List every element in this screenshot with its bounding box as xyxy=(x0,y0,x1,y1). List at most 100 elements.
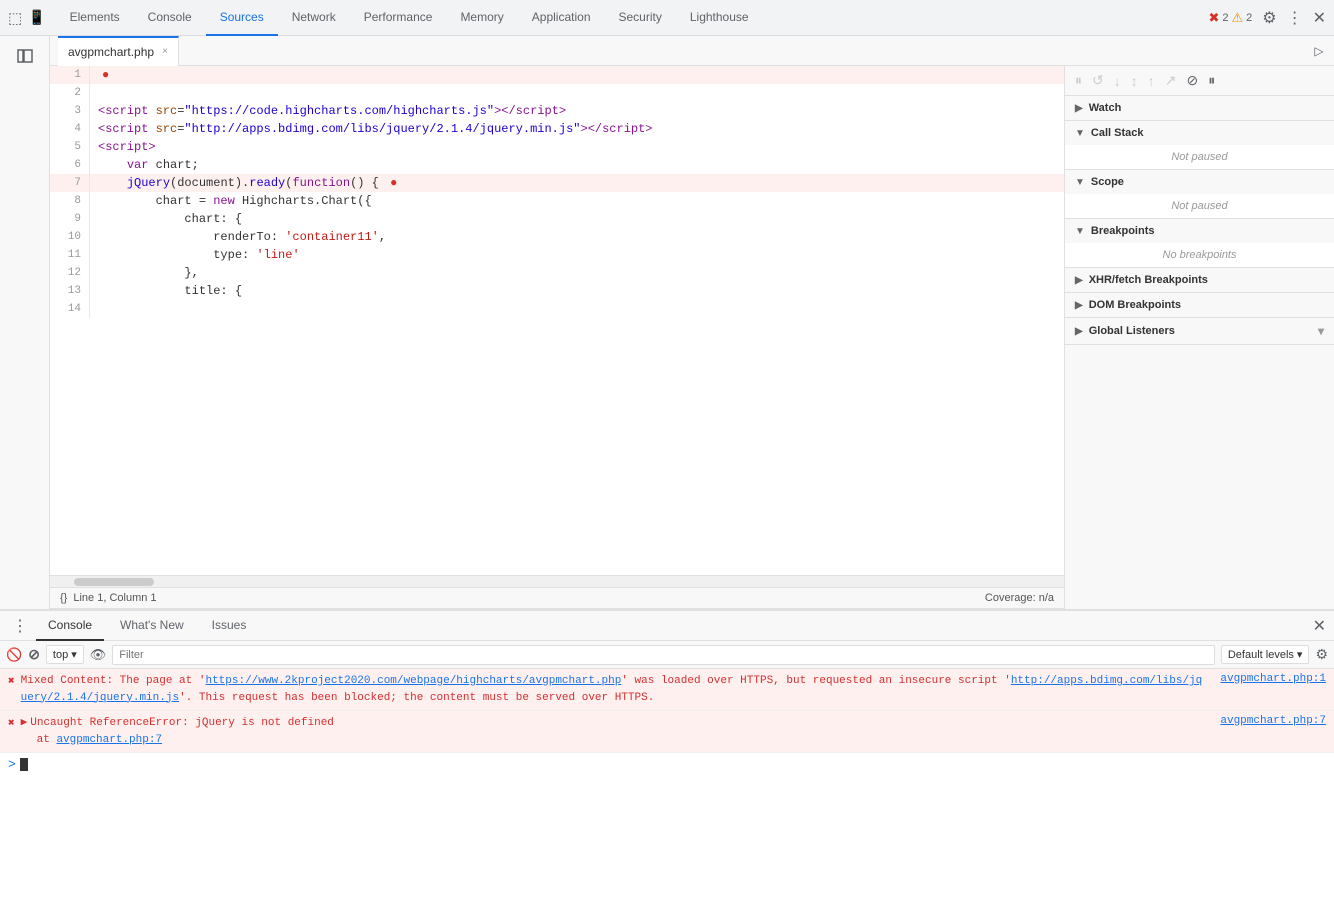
section-breakpoints-header[interactable]: ▼ Breakpoints xyxy=(1065,219,1334,243)
console-tab-console-label: Console xyxy=(48,618,92,632)
callstack-arrow: ▼ xyxy=(1075,128,1085,139)
msg-location-1[interactable]: avgpmchart.php:1 xyxy=(1212,673,1326,685)
coverage-label: Coverage: n/a xyxy=(985,592,1054,604)
toggle-sidebar-icon[interactable] xyxy=(11,42,39,70)
step-icon[interactable]: ↗ xyxy=(1163,70,1179,91)
console-tab-issues[interactable]: Issues xyxy=(200,611,259,641)
horizontal-scrollbar[interactable] xyxy=(50,575,1064,587)
code-line-3: 3 <script src="https://code.highcharts.c… xyxy=(50,102,1064,120)
inspect-icon[interactable]: ⬚ xyxy=(8,9,22,27)
file-tabs-bar: avgpmchart.php × ▷ xyxy=(50,36,1334,66)
pause-icon[interactable]: ⏸ xyxy=(1073,70,1084,91)
error-icon-2: ✖ xyxy=(8,716,15,730)
console-eye-icon[interactable]: 👁 xyxy=(90,647,107,663)
code-line-10: 10 renderTo: 'container11', xyxy=(50,228,1064,246)
section-watch-header[interactable]: ▶ Watch xyxy=(1065,96,1334,120)
file-tab-name: avgpmchart.php xyxy=(68,45,154,59)
nav-tab-network[interactable]: Network xyxy=(278,0,350,36)
sources-area: avgpmchart.php × ▷ 1 ● xyxy=(0,36,1334,609)
error-icon-1: ✖ xyxy=(8,674,15,688)
device-icon[interactable]: 📱 xyxy=(28,9,45,27)
console-filter-input[interactable] xyxy=(112,645,1215,665)
pause-on-exception-icon[interactable]: ⏸ xyxy=(1206,70,1217,91)
level-selector[interactable]: Default levels ▾ xyxy=(1221,645,1310,664)
section-xhr: ▶ XHR/fetch Breakpoints xyxy=(1065,268,1334,293)
resume-icon[interactable]: ↺ xyxy=(1090,70,1106,91)
code-line-7: 7 jQuery(document).ready(function() { ● xyxy=(50,174,1064,192)
level-label: Default levels xyxy=(1228,649,1294,661)
scope-label: Scope xyxy=(1091,176,1124,188)
right-icons: ✖ 2 ⚠ 2 ⚙ ⋮ ✕ xyxy=(1208,8,1326,28)
code-line-2: 2 xyxy=(50,84,1064,102)
console-prompt: > xyxy=(8,757,16,772)
code-area[interactable]: 1 ● 2 3 <script src="https://code.highch… xyxy=(50,66,1064,575)
section-watch: ▶ Watch xyxy=(1065,96,1334,121)
nav-tab-performance[interactable]: Performance xyxy=(350,0,447,36)
error-badge-area: ✖ 2 ⚠ 2 xyxy=(1208,10,1252,26)
console-clear-icon[interactable]: 🚫 xyxy=(6,647,22,663)
context-dropdown-icon: ▾ xyxy=(71,648,77,661)
expand-arrow[interactable]: ▶ xyxy=(21,717,28,729)
right-panel-toolbar: ⏸ ↺ ↓ ↕ ↑ ↗ ⊘ ⏸ xyxy=(1065,66,1334,96)
close-devtools-icon[interactable]: ✕ xyxy=(1313,8,1326,28)
bottom-panel: ⋮ Console What's New Issues ✕ 🚫 ⊘ top ▾ … xyxy=(0,609,1334,899)
deactivate-breakpoints-icon[interactable]: ⊘ xyxy=(1184,70,1200,91)
callstack-label: Call Stack xyxy=(1091,127,1144,139)
nav-tab-memory[interactable]: Memory xyxy=(446,0,517,36)
context-label: top xyxy=(53,649,68,661)
code-line-5: 5 <script> xyxy=(50,138,1064,156)
step-into-icon[interactable]: ↕ xyxy=(1129,71,1140,91)
section-xhr-header[interactable]: ▶ XHR/fetch Breakpoints xyxy=(1065,268,1334,292)
global-arrow: ▶ xyxy=(1075,326,1083,337)
context-selector[interactable]: top ▾ xyxy=(46,645,84,664)
sidebar xyxy=(0,36,50,609)
warning-count: 2 xyxy=(1246,12,1252,24)
section-dom-header[interactable]: ▶ DOM Breakpoints xyxy=(1065,293,1334,317)
code-line-6: 6 var chart; xyxy=(50,156,1064,174)
nav-tab-sources[interactable]: Sources xyxy=(206,0,278,36)
global-label: Global Listeners xyxy=(1089,325,1175,337)
h-scroll-thumb[interactable] xyxy=(74,578,154,586)
console-tab-whatsnew[interactable]: What's New xyxy=(108,611,196,641)
scope-arrow: ▼ xyxy=(1075,177,1085,188)
console-filter-icon[interactable]: ⊘ xyxy=(28,646,40,663)
console-tabs-bar: ⋮ Console What's New Issues ✕ xyxy=(0,611,1334,641)
global-expand-icon[interactable]: ▾ xyxy=(1318,324,1324,338)
breakpoints-label: Breakpoints xyxy=(1091,225,1155,237)
more-icon[interactable]: ⋮ xyxy=(1287,8,1303,28)
position-label: Line 1, Column 1 xyxy=(73,592,156,604)
nav-tab-application[interactable]: Application xyxy=(518,0,605,36)
console-input-line: > xyxy=(0,753,1334,776)
nav-tabs: ElementsConsoleSourcesNetworkPerformance… xyxy=(56,0,1209,36)
close-console-icon[interactable]: ✕ xyxy=(1313,616,1326,636)
settings-icon[interactable]: ⚙ xyxy=(1262,8,1276,28)
toggle-right-panel-icon[interactable]: ▷ xyxy=(1304,44,1334,58)
console-cursor[interactable] xyxy=(20,758,28,771)
link-page[interactable]: https://www.2kproject2020.com/webpage/hi… xyxy=(205,675,621,687)
step-out-icon[interactable]: ↑ xyxy=(1146,71,1157,91)
console-tab-console[interactable]: Console xyxy=(36,611,104,641)
watch-arrow: ▶ xyxy=(1075,103,1083,114)
devtools-body: avgpmchart.php × ▷ 1 ● xyxy=(0,36,1334,899)
xhr-arrow: ▶ xyxy=(1075,275,1083,286)
nav-tab-console[interactable]: Console xyxy=(134,0,206,36)
msg-location-2[interactable]: avgpmchart.php:7 xyxy=(1212,715,1326,727)
section-callstack-header[interactable]: ▼ Call Stack xyxy=(1065,121,1334,145)
nav-tab-lighthouse[interactable]: Lighthouse xyxy=(676,0,763,36)
section-scope-header[interactable]: ▼ Scope xyxy=(1065,170,1334,194)
console-menu-icon[interactable]: ⋮ xyxy=(8,616,32,636)
link-stack-trace[interactable]: avgpmchart.php:7 xyxy=(56,734,162,746)
section-global-header[interactable]: ▶ Global Listeners ▾ xyxy=(1065,318,1334,344)
code-line-14: 14 xyxy=(50,300,1064,318)
step-over-icon[interactable]: ↓ xyxy=(1112,71,1123,91)
nav-tab-elements[interactable]: Elements xyxy=(56,0,134,36)
console-settings-icon[interactable]: ⚙ xyxy=(1315,646,1328,663)
error-count: 2 xyxy=(1222,12,1228,24)
file-tab-close[interactable]: × xyxy=(162,46,168,57)
format-icon[interactable]: {} xyxy=(60,592,67,604)
nav-tab-security[interactable]: Security xyxy=(605,0,676,36)
section-dom: ▶ DOM Breakpoints xyxy=(1065,293,1334,318)
editor-right-row: 1 ● 2 3 <script src="https://code.highch… xyxy=(50,66,1334,609)
error-dot-1: ● xyxy=(102,68,109,82)
file-tab-avgpmchart[interactable]: avgpmchart.php × xyxy=(58,36,179,66)
